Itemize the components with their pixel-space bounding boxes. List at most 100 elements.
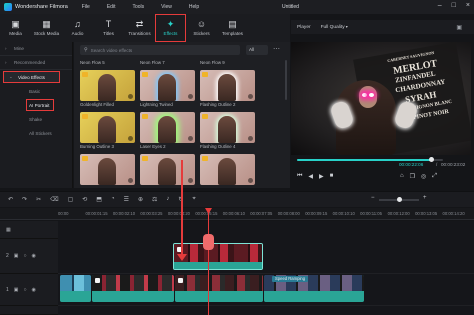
menu-file[interactable]: File	[82, 4, 90, 10]
search-input[interactable]: ⚲ Search video effects	[80, 45, 240, 55]
download-icon[interactable]	[248, 136, 253, 141]
category-recommended[interactable]: › Recommended	[0, 56, 72, 70]
track-video-icon[interactable]: ▣	[14, 287, 19, 293]
tab-stock-media[interactable]: ▦ Stock Media	[31, 14, 62, 42]
category-mine[interactable]: › Mine	[0, 42, 72, 56]
timeline-tool-icon[interactable]: ☰	[124, 196, 129, 203]
playhead-handle[interactable]	[203, 234, 214, 250]
premium-crown-icon	[202, 114, 208, 119]
audio-meter-icon[interactable]: ◎	[421, 173, 426, 180]
timeline-tool-icon[interactable]: ⟲	[82, 196, 87, 203]
step-back-icon[interactable]: ◀	[308, 173, 313, 180]
play-icon[interactable]: ▶	[319, 173, 324, 180]
filmora-logo-icon	[4, 3, 12, 11]
download-icon[interactable]	[128, 178, 133, 183]
timeline-tool-icon[interactable]: ♪	[166, 196, 169, 203]
subcategory-basic[interactable]: Basic	[0, 84, 72, 98]
category-video-effects[interactable]: ⌄ Video Effects	[3, 71, 60, 83]
track-lock-icon[interactable]: ○	[24, 287, 27, 293]
effect-preview	[200, 154, 255, 185]
close-icon[interactable]: ×	[466, 2, 470, 9]
menu-help[interactable]: Help	[189, 4, 199, 10]
tab-media[interactable]: ▣ Media	[0, 14, 31, 42]
maximize-icon[interactable]: □	[452, 2, 456, 9]
subcategory-shake[interactable]: Shake	[0, 112, 72, 126]
more-options-icon[interactable]: ⋯	[273, 45, 280, 55]
timeline-tool-icon[interactable]: ▢	[68, 196, 74, 203]
audio-icon: ♫	[74, 19, 81, 29]
track-visibility-icon[interactable]: ◉	[32, 253, 36, 259]
snapshot-icon[interactable]: ▣	[456, 24, 462, 31]
playhead[interactable]	[208, 208, 209, 315]
menu-edit[interactable]: Edit	[107, 4, 116, 10]
effect-thumbnail[interactable]: Burning Outline 3	[80, 112, 135, 149]
subcategory-all-stickers[interactable]: All Stickers	[0, 126, 72, 140]
tab-templates[interactable]: ▤ Templates	[217, 14, 248, 42]
track-visibility-icon[interactable]: ◉	[32, 287, 36, 293]
timeline-ruler[interactable]: 00:00 00:00:01:15 00:00:02:10 00:00:03:25 00…	[0, 208, 474, 220]
ruler-tick-label: 00:00:06:10	[222, 211, 245, 216]
zoom-slider[interactable]	[379, 197, 419, 202]
effect-thumbnail[interactable]: Goldenlight Filled	[80, 70, 135, 107]
effect-thumbnail[interactable]: Laser Eyes 2	[140, 112, 195, 149]
zoom-in-icon[interactable]: +	[423, 195, 427, 201]
download-icon[interactable]	[248, 178, 253, 183]
effect-thumbnail[interactable]: Lightning Twined	[140, 70, 195, 107]
tab-effects[interactable]: ✦ Effects	[155, 14, 186, 42]
player-label: Player	[297, 24, 311, 30]
portrait	[218, 158, 236, 185]
download-icon[interactable]	[188, 178, 193, 183]
quality-dropdown[interactable]: Full Quality	[321, 24, 348, 30]
playback-progress[interactable]	[297, 157, 443, 162]
zoom-out-icon[interactable]: −	[371, 195, 375, 201]
track-lock-icon[interactable]: ○	[24, 253, 27, 259]
portrait	[158, 74, 176, 101]
render-icon[interactable]: ⌂	[400, 173, 404, 180]
timeline-tool-icon[interactable]: ↶	[8, 196, 13, 203]
scrollbar[interactable]	[285, 60, 287, 100]
effect-preview	[80, 70, 135, 101]
video-clip[interactable]	[175, 275, 263, 302]
download-icon[interactable]	[188, 136, 193, 141]
timeline-tool-icon[interactable]: ✂	[36, 196, 41, 203]
tab-audio[interactable]: ♫ Audio	[62, 14, 93, 42]
video-clip[interactable]	[60, 275, 91, 302]
download-icon[interactable]	[128, 136, 133, 141]
menu-view[interactable]: View	[161, 4, 172, 10]
timeline-tool-icon[interactable]: ⬒	[96, 196, 102, 203]
video-preview[interactable]: CABERNET SAUVIGNON MERLOT ZINFANDEL CHAR…	[291, 42, 471, 155]
premium-crown-icon	[142, 114, 148, 119]
video-clip[interactable]	[92, 275, 174, 302]
menu-tools[interactable]: Tools	[132, 4, 144, 10]
snapshot-icon[interactable]: ❐	[410, 173, 415, 180]
track-settings-icon[interactable]: ▦	[6, 227, 11, 233]
download-icon[interactable]	[248, 94, 253, 99]
timeline-tool-icon[interactable]: ↷	[22, 196, 27, 203]
effect-thumbnail[interactable]	[140, 154, 195, 186]
progress-handle[interactable]	[429, 157, 435, 162]
effect-thumbnail[interactable]: Flashing Outline 2	[200, 70, 255, 107]
effect-thumbnail[interactable]	[80, 154, 135, 186]
download-icon[interactable]	[188, 94, 193, 99]
effect-thumbnail[interactable]	[200, 154, 255, 186]
subcategory-ai-portrait[interactable]: AI Portrait	[26, 99, 54, 111]
track-video-icon[interactable]: ▣	[14, 253, 19, 259]
timeline-tool-icon[interactable]: ⚖	[152, 196, 157, 203]
zoom-handle[interactable]	[397, 197, 402, 202]
effect-thumbnail[interactable]: Flashing Outline 4	[200, 112, 255, 149]
stop-icon[interactable]: ■	[330, 173, 334, 180]
download-icon[interactable]	[128, 94, 133, 99]
previous-frame-icon[interactable]: ⏮	[297, 173, 302, 180]
tab-stickers[interactable]: ☺ Stickers	[186, 14, 217, 42]
filter-dropdown[interactable]: All	[246, 45, 268, 55]
fullscreen-icon[interactable]: ⤢	[432, 173, 437, 180]
timeline-tool-icon[interactable]: ◔	[111, 196, 115, 203]
tab-transitions[interactable]: ⇄ Transitions	[124, 14, 155, 42]
track-header-video-1: 1 ▣ ○ ◉	[0, 274, 58, 306]
timeline-tool-icon[interactable]: ⊕	[138, 196, 143, 203]
timeline-tool-icon[interactable]: ⌖	[192, 196, 195, 203]
tab-titles[interactable]: T Titles	[93, 14, 124, 42]
timeline-tool-icon[interactable]: ⌫	[50, 196, 58, 203]
current-time: 00:00:22:06	[399, 162, 424, 167]
minimize-icon[interactable]: –	[438, 2, 442, 9]
